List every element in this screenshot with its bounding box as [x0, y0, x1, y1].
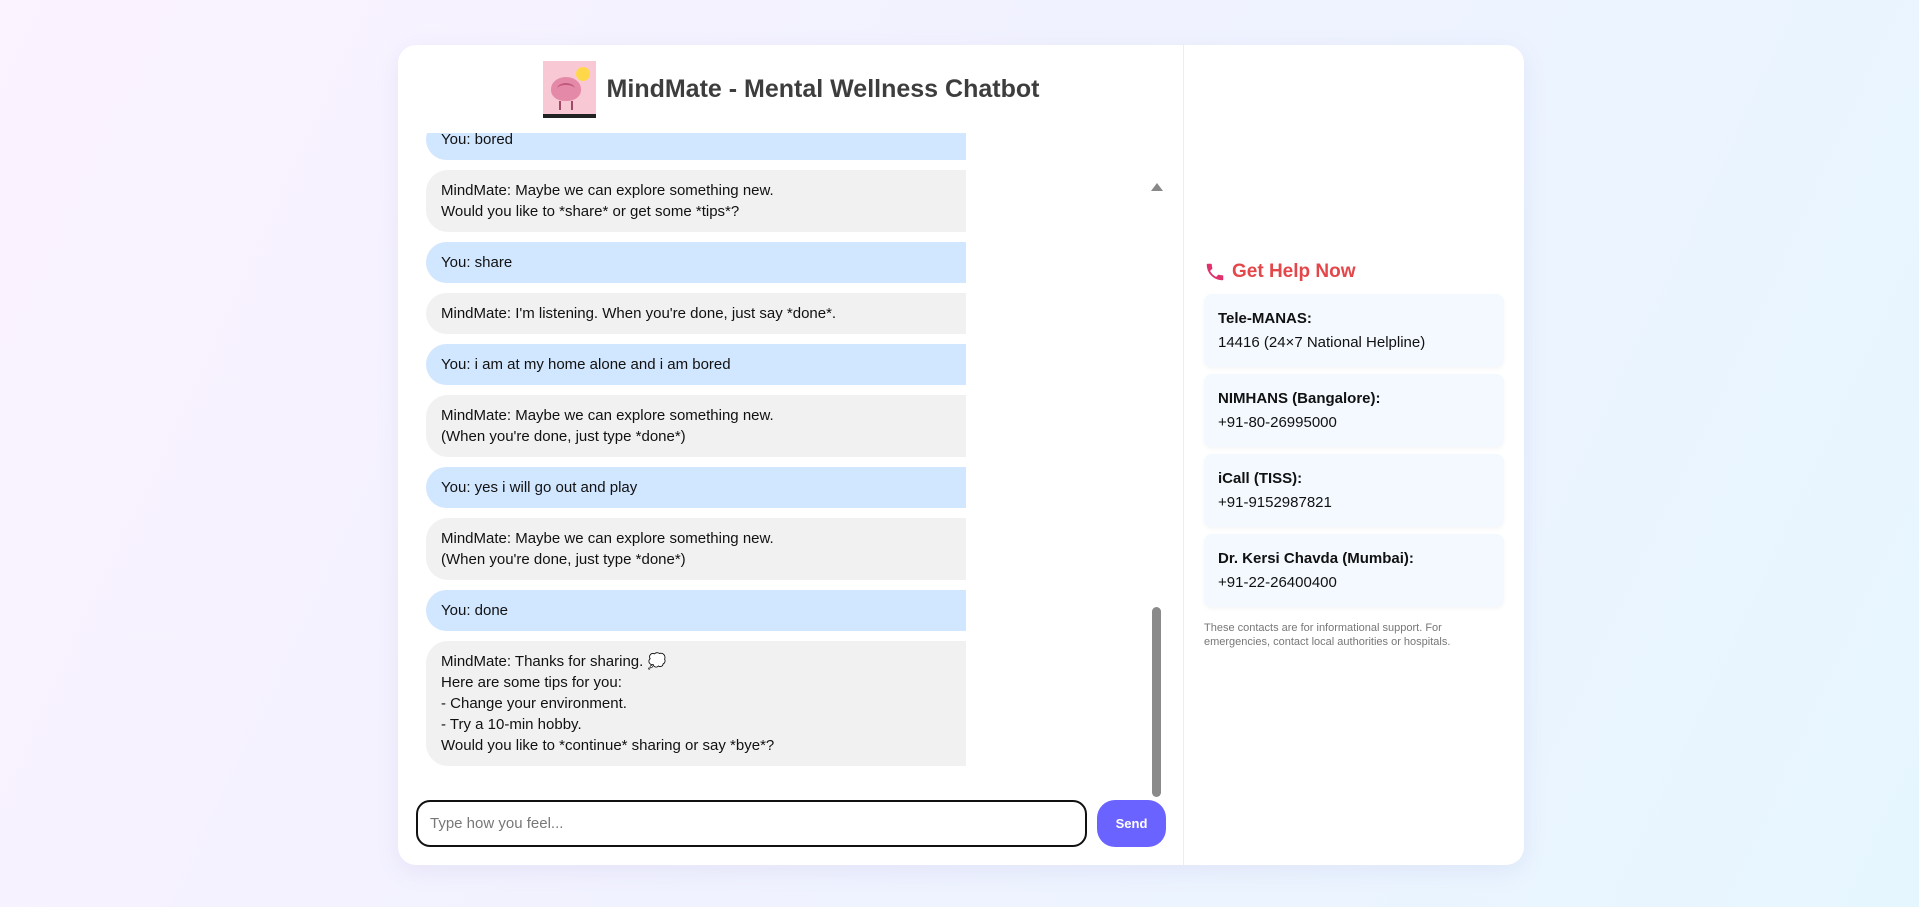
chat-pane: MindMate - Mental Wellness Chatbot You: …: [398, 45, 1184, 865]
help-title: Get Help Now: [1204, 261, 1356, 283]
contact-number[interactable]: 14416 (24×7 National Helpline): [1218, 331, 1490, 355]
page-title: MindMate - Mental Wellness Chatbot: [606, 74, 1040, 103]
contact-number[interactable]: +91-9152987821: [1218, 491, 1490, 515]
contact-name: Dr. Kersi Chavda (Mumbai):: [1218, 550, 1414, 567]
phone-icon: [1206, 263, 1224, 281]
message-composer: Send: [416, 800, 1166, 847]
user-message: You: yes i will go out and play: [426, 467, 966, 508]
help-title-text: Get Help Now: [1232, 261, 1356, 282]
user-message: You: bored: [426, 133, 966, 160]
message-input[interactable]: [416, 800, 1088, 847]
bot-message: MindMate: Maybe we can explore something…: [426, 518, 966, 580]
user-message: You: share: [426, 242, 966, 283]
contact-name: NIMHANS (Bangalore):: [1218, 390, 1381, 407]
bot-message: MindMate: Thanks for sharing. 💭 Here are…: [426, 641, 966, 766]
send-button[interactable]: Send: [1097, 800, 1166, 847]
brain-logo-icon: [542, 60, 596, 118]
message-items: You: bored MindMate: Maybe we can explore…: [426, 133, 966, 776]
contact-card-kersi-chavda: Dr. Kersi Chavda (Mumbai): +91-22-264004…: [1204, 534, 1504, 607]
contact-card-tele-manas: Tele-MANAS: 14416 (24×7 National Helplin…: [1204, 294, 1504, 367]
chat-header: MindMate - Mental Wellness Chatbot: [398, 45, 1184, 133]
scroll-thumb[interactable]: [1152, 607, 1161, 797]
scroll-up-arrow-icon[interactable]: [1151, 183, 1163, 191]
help-disclaimer: These contacts are for informational sup…: [1204, 622, 1451, 648]
chat-app: MindMate - Mental Wellness Chatbot You: …: [398, 45, 1524, 865]
user-message: You: i am at my home alone and i am bore…: [426, 344, 966, 385]
chat-scrollbar[interactable]: [1150, 179, 1163, 829]
bot-message: MindMate: Maybe we can explore something…: [426, 395, 966, 457]
help-panel: Get Help Now Tele-MANAS: 14416 (24×7 Nat…: [1184, 45, 1524, 865]
contact-number[interactable]: +91-80-26995000: [1218, 411, 1490, 435]
user-message: You: done: [426, 590, 966, 631]
contact-card-icall: iCall (TISS): +91-9152987821: [1204, 454, 1504, 527]
contact-name: Tele-MANAS:: [1218, 310, 1312, 327]
contact-card-nimhans: NIMHANS (Bangalore): +91-80-26995000: [1204, 374, 1504, 447]
contact-name: iCall (TISS):: [1218, 470, 1303, 487]
bot-message: MindMate: Maybe we can explore something…: [426, 170, 966, 232]
message-list[interactable]: You: bored MindMate: Maybe we can explore…: [426, 133, 966, 833]
contact-number[interactable]: +91-22-26400400: [1218, 571, 1490, 595]
bot-message: MindMate: I'm listening. When you're don…: [426, 293, 966, 334]
